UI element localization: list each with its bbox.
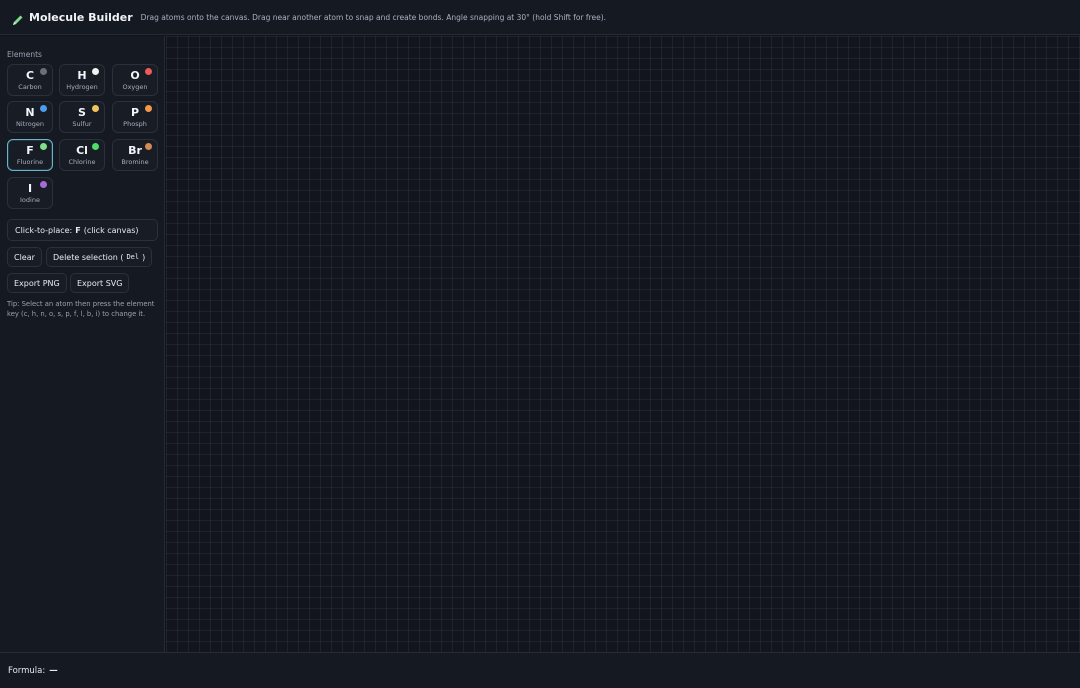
pencil-icon (12, 11, 24, 25)
place-symbol: F (75, 225, 81, 235)
elements-section-label: Elements (7, 50, 42, 59)
element-tile-chlorine[interactable]: Cl Chlorine (59, 139, 105, 171)
element-tile-hydrogen[interactable]: H Hydrogen (59, 64, 105, 96)
place-suffix: (click canvas) (83, 225, 139, 235)
element-color-dot (40, 181, 47, 188)
status-footer: Formula: — (0, 652, 1080, 688)
element-color-dot (92, 105, 99, 112)
app-title: Molecule Builder (29, 10, 133, 24)
element-tile-bromine[interactable]: Br Bromine (112, 139, 158, 171)
element-color-dot (92, 68, 99, 75)
molecule-canvas[interactable] (166, 36, 1080, 652)
element-name: Fluorine (16, 158, 44, 166)
element-tile-phosphorus[interactable]: P Phosph (112, 101, 158, 133)
app-subtitle: Drag atoms onto the canvas. Drag near an… (140, 12, 607, 22)
element-name: Sulfur (72, 120, 92, 128)
element-color-dot (40, 105, 47, 112)
element-name: Nitrogen (16, 120, 44, 128)
element-name: Carbon (18, 83, 42, 91)
tip-text: Tip: Select an atom then press the eleme… (7, 300, 155, 318)
element-name: Oxygen (122, 83, 148, 91)
place-prefix: Click-to-place: (15, 225, 73, 235)
formula-label: Formula: (8, 665, 46, 676)
element-tile-oxygen[interactable]: O Oxygen (112, 64, 158, 96)
delete-button-label: Delete selection ( (53, 252, 124, 262)
click-to-place-indicator: Click-to-place: F (click canvas) (7, 219, 158, 241)
export-png-label: Export PNG (14, 278, 60, 288)
export-svg-button[interactable]: Export SVG (70, 273, 130, 293)
export-svg-label: Export SVG (77, 278, 123, 288)
delete-key-close: ) (142, 252, 146, 262)
delete-selection-button[interactable]: Delete selection ( Del ) (46, 247, 153, 267)
element-tile-sulfur[interactable]: S Sulfur (59, 101, 105, 133)
element-color-dot (145, 68, 152, 75)
element-color-dot (145, 105, 152, 112)
element-name: Phosph (123, 120, 147, 128)
top-bar: Molecule Builder Drag atoms onto the can… (0, 0, 1080, 35)
formula-value: — (49, 665, 58, 676)
element-tile-fluorine[interactable]: F Fluorine (7, 139, 53, 171)
clear-button[interactable]: Clear (7, 247, 42, 267)
element-color-dot (40, 68, 47, 75)
delete-key-hint: Del (126, 253, 140, 261)
element-tile-iodine[interactable]: I Iodine (7, 177, 53, 209)
element-color-dot (40, 143, 47, 150)
export-png-button[interactable]: Export PNG (7, 273, 67, 293)
sidebar: Elements C Carbon H Hydrogen O Oxygen N … (0, 36, 165, 652)
element-name: Bromine (121, 158, 149, 166)
element-tile-carbon[interactable]: C Carbon (7, 64, 53, 96)
element-color-dot (92, 143, 99, 150)
clear-button-label: Clear (14, 252, 35, 262)
element-name: Chlorine (68, 158, 96, 166)
element-color-dot (145, 143, 152, 150)
element-name: Hydrogen (66, 83, 98, 91)
element-tile-nitrogen[interactable]: N Nitrogen (7, 101, 53, 133)
element-name: Iodine (20, 196, 40, 204)
